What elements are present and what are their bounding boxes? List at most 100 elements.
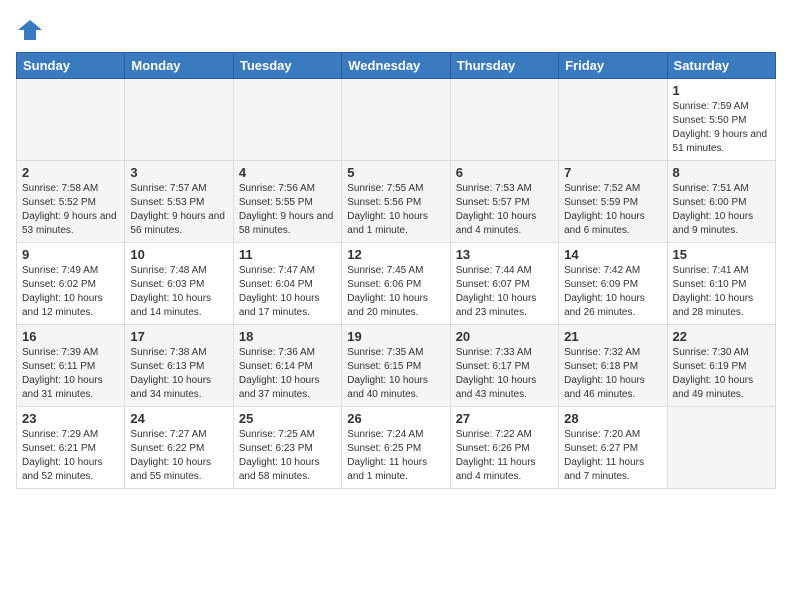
- calendar-cell: 19 Sunrise: 7:35 AMSunset: 6:15 PMDayligh…: [342, 325, 450, 407]
- day-info: Sunrise: 7:39 AMSunset: 6:11 PMDaylight:…: [22, 346, 119, 402]
- day-info: Sunrise: 7:42 AMSunset: 6:09 PMDaylight:…: [564, 264, 661, 320]
- calendar-week-row: 9 Sunrise: 7:49 AMSunset: 6:02 PMDaylight…: [17, 243, 776, 325]
- calendar-cell: 16 Sunrise: 7:39 AMSunset: 6:11 PMDayligh…: [17, 325, 125, 407]
- day-info: Sunrise: 7:36 AMSunset: 6:14 PMDaylight:…: [239, 346, 336, 402]
- calendar-header-row: SundayMondayTuesdayWednesdayThursdayFrid…: [17, 53, 776, 79]
- day-number: 15: [673, 247, 770, 262]
- calendar-cell: 23 Sunrise: 7:29 AMSunset: 6:21 PMDayligh…: [17, 407, 125, 489]
- logo: [16, 16, 48, 44]
- calendar-table: SundayMondayTuesdayWednesdayThursdayFrid…: [16, 52, 776, 489]
- day-number: 16: [22, 329, 119, 344]
- day-info: Sunrise: 7:53 AMSunset: 5:57 PMDaylight:…: [456, 182, 553, 238]
- day-number: 7: [564, 165, 661, 180]
- day-number: 26: [347, 411, 444, 426]
- day-info: Sunrise: 7:32 AMSunset: 6:18 PMDaylight:…: [564, 346, 661, 402]
- day-info: Sunrise: 7:58 AMSunset: 5:52 PMDaylight:…: [22, 182, 119, 238]
- calendar-cell: [559, 79, 667, 161]
- day-number: 27: [456, 411, 553, 426]
- calendar-cell: 7 Sunrise: 7:52 AMSunset: 5:59 PMDaylight…: [559, 161, 667, 243]
- calendar-cell: 13 Sunrise: 7:44 AMSunset: 6:07 PMDayligh…: [450, 243, 558, 325]
- calendar-cell: 1 Sunrise: 7:59 AMSunset: 5:50 PMDaylight…: [667, 79, 775, 161]
- day-info: Sunrise: 7:25 AMSunset: 6:23 PMDaylight:…: [239, 428, 336, 484]
- day-number: 19: [347, 329, 444, 344]
- day-header-tuesday: Tuesday: [233, 53, 341, 79]
- day-info: Sunrise: 7:45 AMSunset: 6:06 PMDaylight:…: [347, 264, 444, 320]
- day-info: Sunrise: 7:59 AMSunset: 5:50 PMDaylight:…: [673, 100, 770, 156]
- calendar-cell: 25 Sunrise: 7:25 AMSunset: 6:23 PMDayligh…: [233, 407, 341, 489]
- day-number: 3: [130, 165, 227, 180]
- day-number: 1: [673, 83, 770, 98]
- calendar-cell: 3 Sunrise: 7:57 AMSunset: 5:53 PMDaylight…: [125, 161, 233, 243]
- calendar-cell: [342, 79, 450, 161]
- calendar-week-row: 16 Sunrise: 7:39 AMSunset: 6:11 PMDayligh…: [17, 325, 776, 407]
- day-info: Sunrise: 7:47 AMSunset: 6:04 PMDaylight:…: [239, 264, 336, 320]
- day-header-wednesday: Wednesday: [342, 53, 450, 79]
- calendar-cell: 4 Sunrise: 7:56 AMSunset: 5:55 PMDaylight…: [233, 161, 341, 243]
- calendar-cell: 10 Sunrise: 7:48 AMSunset: 6:03 PMDayligh…: [125, 243, 233, 325]
- day-info: Sunrise: 7:29 AMSunset: 6:21 PMDaylight:…: [22, 428, 119, 484]
- calendar-week-row: 23 Sunrise: 7:29 AMSunset: 6:21 PMDayligh…: [17, 407, 776, 489]
- calendar-cell: 17 Sunrise: 7:38 AMSunset: 6:13 PMDayligh…: [125, 325, 233, 407]
- calendar-cell: 22Sunrise: 7:30 AMSunset: 6:19 PMDayligh…: [667, 325, 775, 407]
- day-info: Sunrise: 7:41 AMSunset: 6:10 PMDaylight:…: [673, 264, 770, 320]
- day-number: 9: [22, 247, 119, 262]
- day-header-sunday: Sunday: [17, 53, 125, 79]
- day-info: Sunrise: 7:48 AMSunset: 6:03 PMDaylight:…: [130, 264, 227, 320]
- day-number: 25: [239, 411, 336, 426]
- day-header-friday: Friday: [559, 53, 667, 79]
- day-number: 6: [456, 165, 553, 180]
- calendar-cell: 12Sunrise: 7:45 AMSunset: 6:06 PMDayligh…: [342, 243, 450, 325]
- day-info: Sunrise: 7:49 AMSunset: 6:02 PMDaylight:…: [22, 264, 119, 320]
- calendar-cell: [667, 407, 775, 489]
- day-info: Sunrise: 7:52 AMSunset: 5:59 PMDaylight:…: [564, 182, 661, 238]
- day-number: 2: [22, 165, 119, 180]
- day-number: 13: [456, 247, 553, 262]
- calendar-cell: 28 Sunrise: 7:20 AMSunset: 6:27 PMDayligh…: [559, 407, 667, 489]
- day-info: Sunrise: 7:33 AMSunset: 6:17 PMDaylight:…: [456, 346, 553, 402]
- calendar-cell: 14Sunrise: 7:42 AMSunset: 6:09 PMDayligh…: [559, 243, 667, 325]
- day-info: Sunrise: 7:20 AMSunset: 6:27 PMDaylight:…: [564, 428, 661, 484]
- day-number: 10: [130, 247, 227, 262]
- day-info: Sunrise: 7:24 AMSunset: 6:25 PMDaylight:…: [347, 428, 444, 484]
- day-number: 11: [239, 247, 336, 262]
- calendar-cell: 6 Sunrise: 7:53 AMSunset: 5:57 PMDaylight…: [450, 161, 558, 243]
- logo-icon: [16, 16, 44, 44]
- day-number: 18: [239, 329, 336, 344]
- calendar-cell: 24 Sunrise: 7:27 AMSunset: 6:22 PMDayligh…: [125, 407, 233, 489]
- day-number: 23: [22, 411, 119, 426]
- day-header-saturday: Saturday: [667, 53, 775, 79]
- day-number: 4: [239, 165, 336, 180]
- day-number: 20: [456, 329, 553, 344]
- calendar-cell: 8Sunrise: 7:51 AMSunset: 6:00 PMDaylight…: [667, 161, 775, 243]
- day-info: Sunrise: 7:51 AMSunset: 6:00 PMDaylight:…: [673, 182, 770, 238]
- calendar-cell: 2 Sunrise: 7:58 AMSunset: 5:52 PMDaylight…: [17, 161, 125, 243]
- day-info: Sunrise: 7:38 AMSunset: 6:13 PMDaylight:…: [130, 346, 227, 402]
- calendar-cell: 26 Sunrise: 7:24 AMSunset: 6:25 PMDayligh…: [342, 407, 450, 489]
- calendar-cell: 11 Sunrise: 7:47 AMSunset: 6:04 PMDayligh…: [233, 243, 341, 325]
- day-info: Sunrise: 7:44 AMSunset: 6:07 PMDaylight:…: [456, 264, 553, 320]
- day-number: 28: [564, 411, 661, 426]
- day-info: Sunrise: 7:56 AMSunset: 5:55 PMDaylight:…: [239, 182, 336, 238]
- day-info: Sunrise: 7:27 AMSunset: 6:22 PMDaylight:…: [130, 428, 227, 484]
- calendar-cell: 20 Sunrise: 7:33 AMSunset: 6:17 PMDayligh…: [450, 325, 558, 407]
- calendar-cell: 5Sunrise: 7:55 AMSunset: 5:56 PMDaylight…: [342, 161, 450, 243]
- calendar-cell: [17, 79, 125, 161]
- day-info: Sunrise: 7:22 AMSunset: 6:26 PMDaylight:…: [456, 428, 553, 484]
- day-info: Sunrise: 7:57 AMSunset: 5:53 PMDaylight:…: [130, 182, 227, 238]
- calendar-cell: 9 Sunrise: 7:49 AMSunset: 6:02 PMDaylight…: [17, 243, 125, 325]
- calendar-cell: [125, 79, 233, 161]
- calendar-cell: 27 Sunrise: 7:22 AMSunset: 6:26 PMDayligh…: [450, 407, 558, 489]
- calendar-week-row: 1 Sunrise: 7:59 AMSunset: 5:50 PMDaylight…: [17, 79, 776, 161]
- calendar-cell: [450, 79, 558, 161]
- day-info: Sunrise: 7:55 AMSunset: 5:56 PMDaylight:…: [347, 182, 444, 238]
- page-header: [16, 16, 776, 44]
- calendar-cell: 21Sunrise: 7:32 AMSunset: 6:18 PMDayligh…: [559, 325, 667, 407]
- calendar-cell: [233, 79, 341, 161]
- day-number: 24: [130, 411, 227, 426]
- calendar-cell: 15 Sunrise: 7:41 AMSunset: 6:10 PMDayligh…: [667, 243, 775, 325]
- calendar-cell: 18 Sunrise: 7:36 AMSunset: 6:14 PMDayligh…: [233, 325, 341, 407]
- day-info: Sunrise: 7:35 AMSunset: 6:15 PMDaylight:…: [347, 346, 444, 402]
- day-number: 22: [673, 329, 770, 344]
- day-number: 17: [130, 329, 227, 344]
- day-header-monday: Monday: [125, 53, 233, 79]
